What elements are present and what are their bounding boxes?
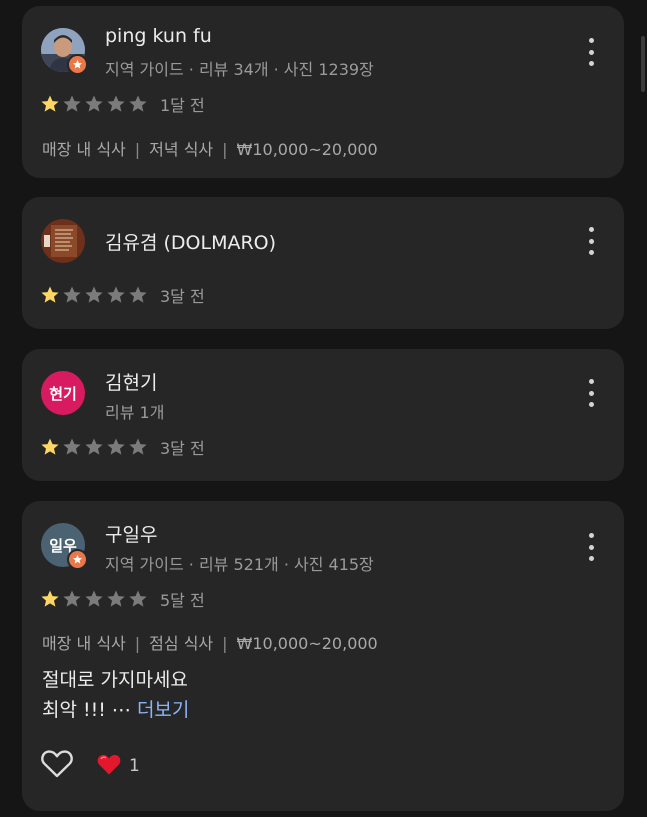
review-card: 현기 김현기 리뷰 1개 3달 전: [22, 349, 624, 481]
star-icon: [107, 438, 125, 455]
rating-row: 1달 전: [40, 92, 205, 116]
review-time: 5달 전: [160, 591, 205, 610]
star-icon: [107, 590, 125, 607]
review-card: ping kun fu 지역 가이드 · 리뷰 34개 · 사진 1239장 1…: [22, 6, 624, 178]
star-icon: [129, 590, 147, 607]
like-count: 1: [96, 753, 140, 780]
review-body: 절대로 가지마세요 최악 !!! ⋯ 더보기: [42, 665, 189, 725]
tag-meal: 저녁 식사: [149, 140, 214, 159]
reviewer-avatar[interactable]: [41, 219, 85, 263]
star-icon: [107, 95, 125, 112]
star-rating: [40, 94, 148, 114]
review-time: 1달 전: [160, 96, 205, 115]
review-time: 3달 전: [160, 287, 205, 306]
reviewer-stats: 리뷰 1개: [105, 403, 165, 422]
heart-emoji-icon: [96, 753, 122, 780]
star-icon: [129, 286, 147, 303]
star-icon: [63, 95, 81, 112]
star-icon: [129, 438, 147, 455]
reviewer-avatar[interactable]: 일우: [41, 523, 88, 570]
more-vert-icon[interactable]: [586, 38, 596, 66]
reactions-row: 1: [40, 749, 140, 783]
star-icon: [85, 286, 103, 303]
review-text-line: 절대로 가지마세요: [42, 669, 188, 691]
guide-badge-icon: [67, 549, 88, 570]
review-text-line: 최악 !!! ⋯ 더보기: [42, 695, 189, 725]
heart-outline-icon[interactable]: [40, 749, 74, 783]
tag-dining: 매장 내 식사: [42, 634, 126, 653]
star-rating: [40, 437, 148, 457]
more-vert-icon[interactable]: [586, 379, 596, 407]
star-icon: [107, 286, 125, 303]
review-time: 3달 전: [160, 439, 205, 458]
star-icon: [41, 286, 59, 303]
star-rating: [40, 589, 148, 609]
review-card: 김유겸 (DOLMARO) 3달 전: [22, 197, 624, 329]
reviewer-avatar[interactable]: [41, 28, 88, 75]
reviewer-stats: 지역 가이드 · 리뷰 521개 · 사진 415장: [105, 555, 374, 574]
tag-dining: 매장 내 식사: [42, 140, 126, 159]
star-icon: [129, 95, 147, 112]
reviewer-name[interactable]: 구일우: [105, 520, 157, 547]
review-tags: 매장 내 식사 | 점심 식사 | ₩10,000~20,000: [42, 634, 378, 653]
scrollbar[interactable]: [641, 36, 645, 92]
avatar-initials: 현기: [41, 371, 85, 415]
guide-badge-icon: [67, 54, 88, 75]
more-vert-icon[interactable]: [586, 533, 596, 561]
rating-row: 5달 전: [40, 587, 205, 611]
more-vert-icon[interactable]: [586, 227, 596, 255]
reviewer-name[interactable]: 김현기: [105, 368, 157, 395]
star-icon: [85, 95, 103, 112]
star-icon: [63, 590, 81, 607]
like-count-value: 1: [129, 756, 140, 776]
review-card: 일우 구일우 지역 가이드 · 리뷰 521개 · 사진 415장 5달 전 매…: [22, 501, 624, 811]
star-icon: [85, 590, 103, 607]
star-icon: [41, 590, 59, 607]
reviewer-name[interactable]: 김유겸 (DOLMARO): [105, 228, 276, 255]
avatar-photo: [41, 219, 85, 263]
tag-price: ₩10,000~20,000: [236, 634, 378, 653]
reviewer-avatar[interactable]: 현기: [41, 371, 85, 415]
review-text-truncated: 최악 !!! ⋯: [42, 699, 137, 721]
tag-price: ₩10,000~20,000: [236, 140, 378, 159]
reviews-page: ping kun fu 지역 가이드 · 리뷰 34개 · 사진 1239장 1…: [0, 0, 647, 817]
rating-row: 3달 전: [40, 283, 205, 307]
reviewer-stats: 지역 가이드 · 리뷰 34개 · 사진 1239장: [105, 60, 374, 79]
reviewer-name[interactable]: ping kun fu: [105, 25, 212, 47]
review-tags: 매장 내 식사 | 저녁 식사 | ₩10,000~20,000: [42, 140, 378, 159]
star-icon: [63, 286, 81, 303]
star-icon: [85, 438, 103, 455]
tag-meal: 점심 식사: [149, 634, 214, 653]
star-rating: [40, 285, 148, 305]
star-icon: [63, 438, 81, 455]
star-icon: [41, 438, 59, 455]
rating-row: 3달 전: [40, 435, 205, 459]
star-icon: [41, 95, 59, 112]
read-more-link[interactable]: 더보기: [137, 699, 189, 721]
